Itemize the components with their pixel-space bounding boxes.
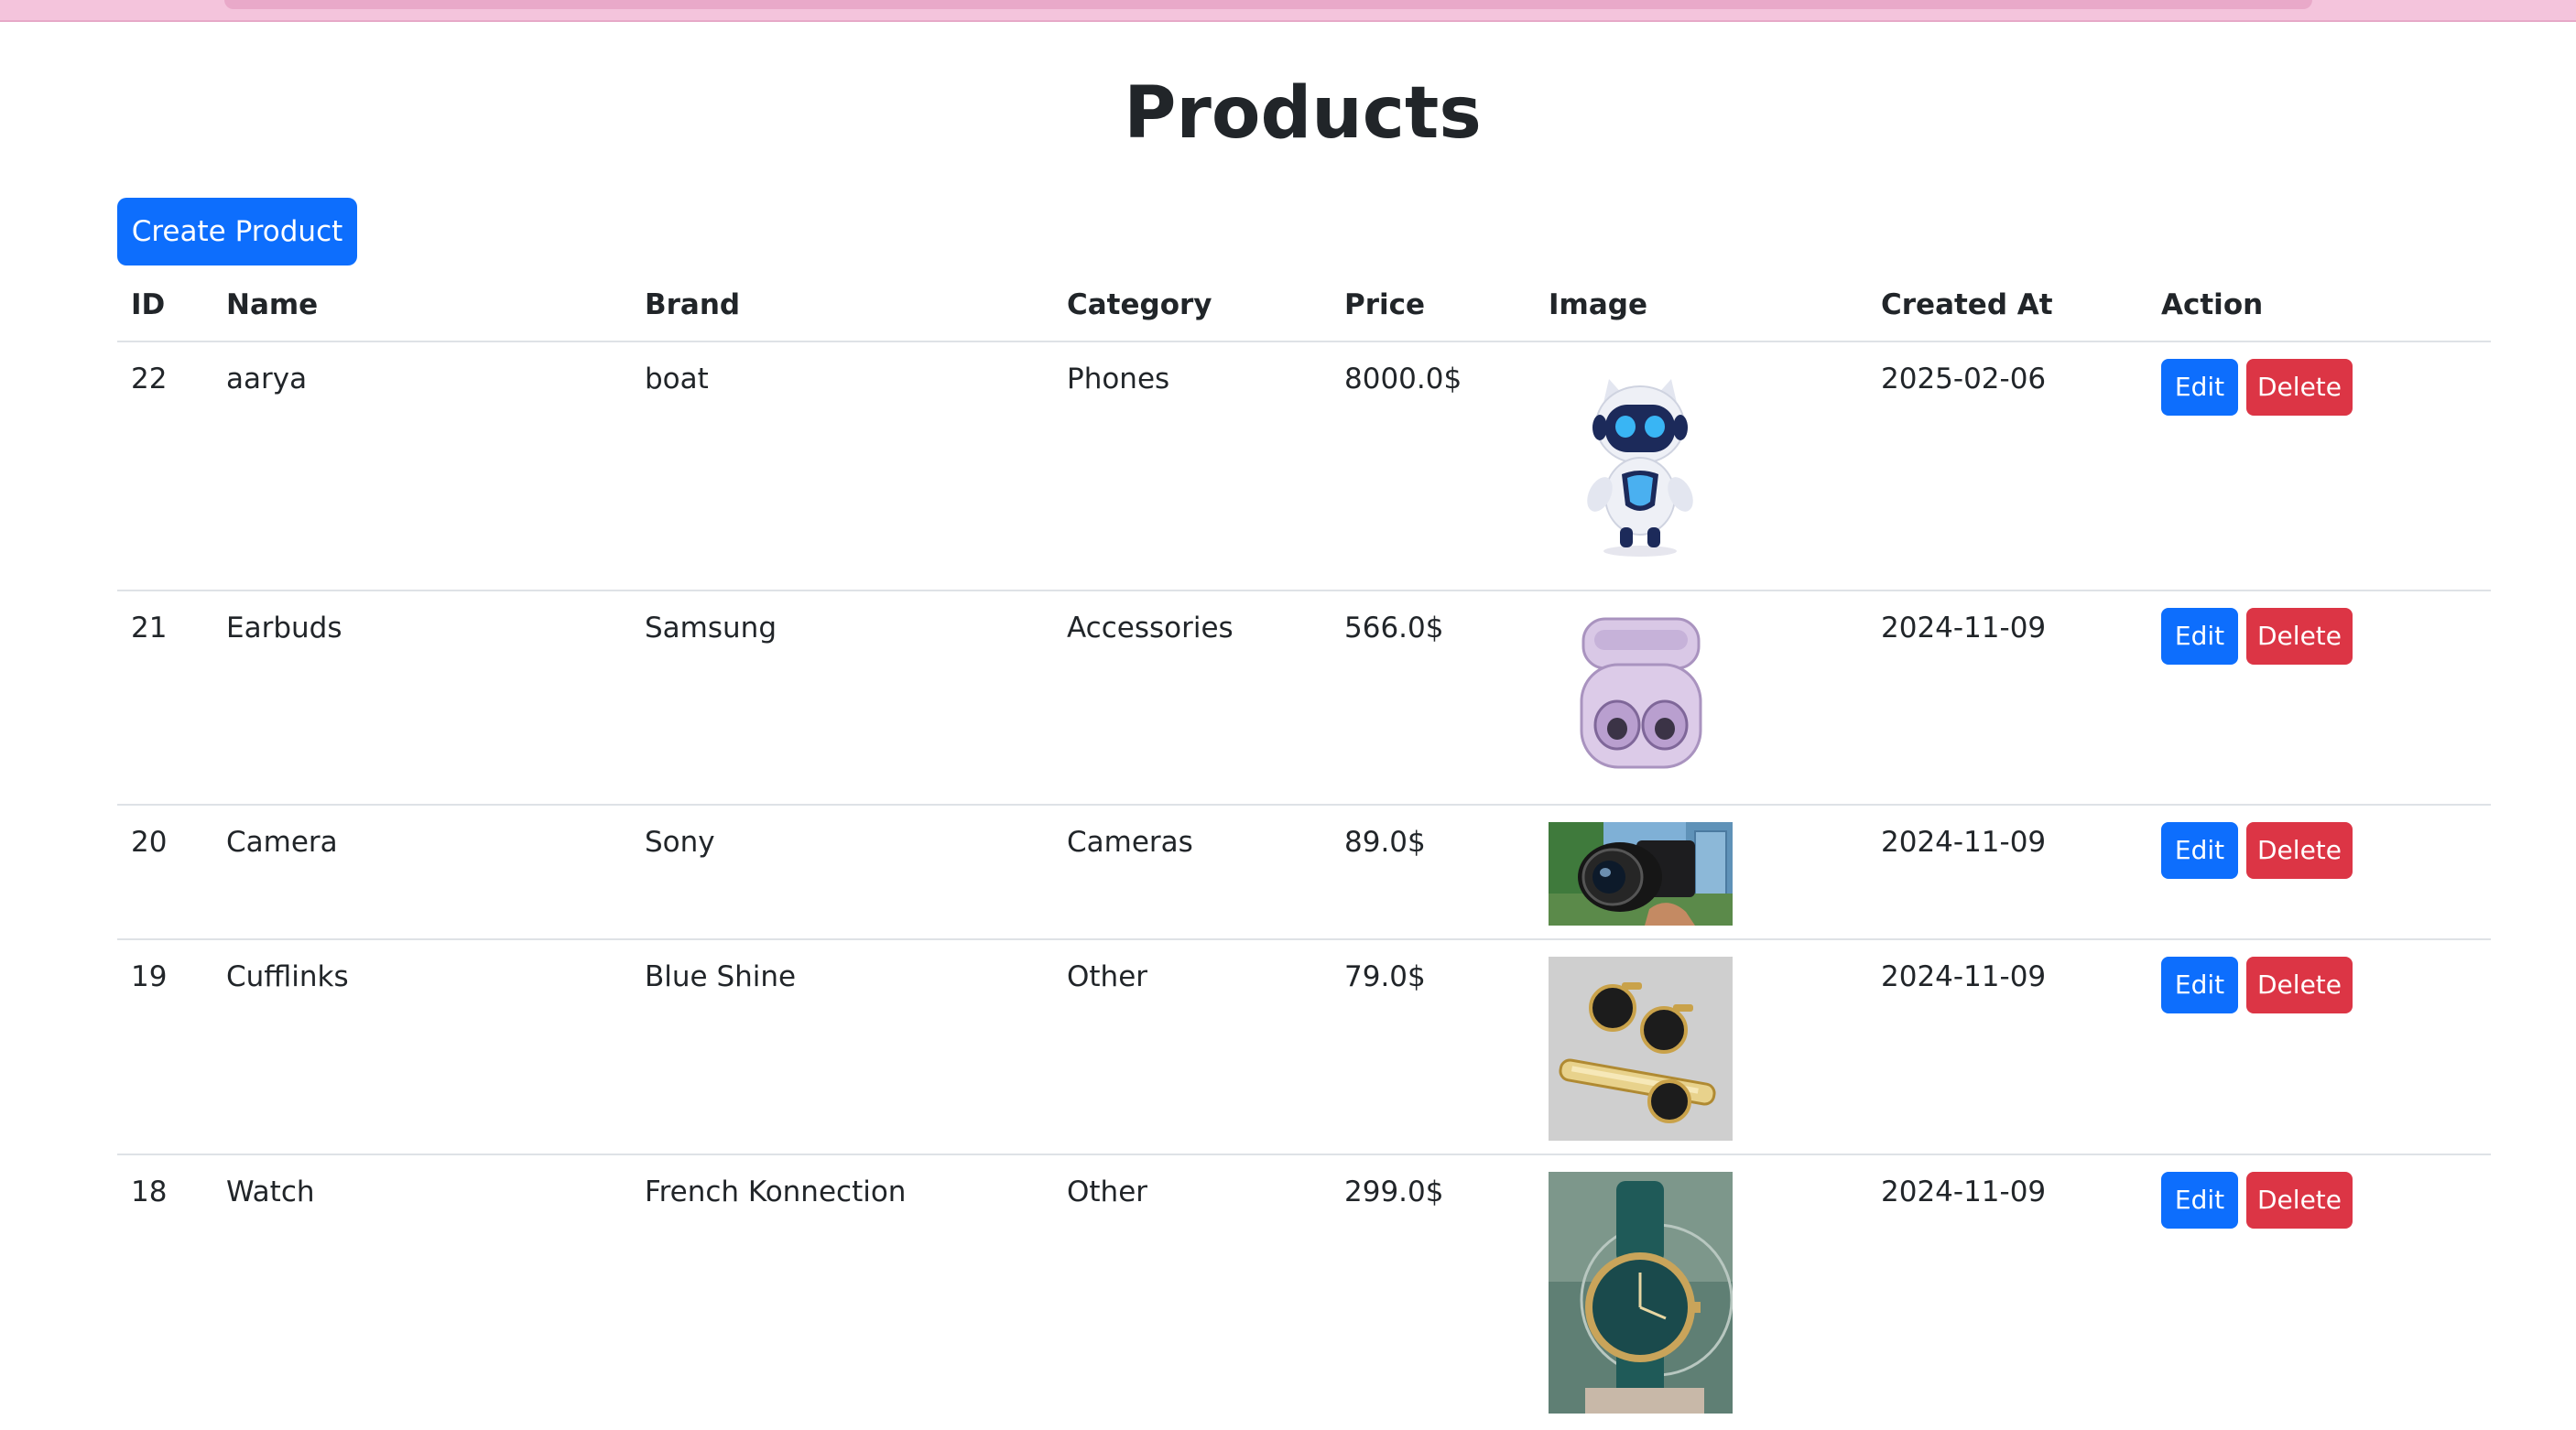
header-category: Category bbox=[1067, 288, 1212, 321]
wristwatch-image bbox=[1549, 1172, 1733, 1414]
table-row: 18 Watch French Konnection Other 299.0$ … bbox=[117, 1155, 2491, 1430]
table-row: 20 Camera Sony Cameras 89.0$ 2024-11-09 … bbox=[117, 806, 2491, 940]
cell-id: 20 bbox=[131, 826, 168, 859]
camera-lens-image bbox=[1549, 822, 1733, 926]
delete-button[interactable]: Delete bbox=[2246, 359, 2353, 416]
delete-button[interactable]: Delete bbox=[2246, 1172, 2353, 1229]
products-table: ID Name Brand Category Price Image Creat… bbox=[117, 275, 2491, 1430]
earbuds-case-image bbox=[1549, 608, 1733, 782]
delete-button[interactable]: Delete bbox=[2246, 957, 2353, 1013]
cell-price: 566.0$ bbox=[1344, 612, 1444, 645]
cell-created-at: 2024-11-09 bbox=[1881, 1175, 2047, 1208]
table-row: 21 Earbuds Samsung Accessories 566.0$ 20… bbox=[117, 591, 2491, 806]
cell-created-at: 2025-02-06 bbox=[1881, 363, 2047, 395]
robot-mascot-image bbox=[1549, 359, 1733, 560]
table-row: 19 Cufflinks Blue Shine Other 79.0$ 2024… bbox=[117, 940, 2491, 1155]
cell-id: 18 bbox=[131, 1175, 168, 1208]
header-action: Action bbox=[2161, 288, 2264, 321]
cell-category: Other bbox=[1067, 960, 1148, 993]
header-image: Image bbox=[1549, 288, 1647, 321]
cell-name: Watch bbox=[226, 1175, 315, 1208]
cell-price: 8000.0$ bbox=[1344, 363, 1462, 395]
cell-id: 19 bbox=[131, 960, 168, 993]
cufflinks-tieclip-image bbox=[1549, 957, 1733, 1141]
create-product-button[interactable]: Create Product bbox=[117, 198, 357, 265]
cell-id: 22 bbox=[131, 363, 168, 395]
cell-created-at: 2024-11-09 bbox=[1881, 612, 2047, 645]
cell-name: Camera bbox=[226, 826, 338, 859]
header-id: ID bbox=[131, 288, 166, 321]
cell-category: Accessories bbox=[1067, 612, 1234, 645]
cell-brand: boat bbox=[645, 363, 709, 395]
cell-name: Cufflinks bbox=[226, 960, 349, 993]
header-created-at: Created At bbox=[1881, 288, 2053, 321]
cell-brand: Sony bbox=[645, 826, 715, 859]
cell-created-at: 2024-11-09 bbox=[1881, 826, 2047, 859]
cell-category: Other bbox=[1067, 1175, 1148, 1208]
cell-category: Cameras bbox=[1067, 826, 1193, 859]
navbar-container bbox=[224, 0, 2312, 9]
cell-price: 89.0$ bbox=[1344, 826, 1426, 859]
edit-button[interactable]: Edit bbox=[2161, 608, 2238, 665]
edit-button[interactable]: Edit bbox=[2161, 822, 2238, 879]
header-brand: Brand bbox=[645, 288, 741, 321]
table-row: 22 aarya boat Phones 8000.0$ 2025-02-06 … bbox=[117, 342, 2491, 591]
cell-name: Earbuds bbox=[226, 612, 342, 645]
delete-button[interactable]: Delete bbox=[2246, 822, 2353, 879]
cell-created-at: 2024-11-09 bbox=[1881, 960, 2047, 993]
cell-category: Phones bbox=[1067, 363, 1170, 395]
cell-id: 21 bbox=[131, 612, 168, 645]
cell-brand: Blue Shine bbox=[645, 960, 797, 993]
table-header: ID Name Brand Category Price Image Creat… bbox=[117, 275, 2491, 342]
cell-price: 299.0$ bbox=[1344, 1175, 1444, 1208]
page-title: Products bbox=[1124, 72, 1482, 155]
cell-brand: French Konnection bbox=[645, 1175, 907, 1208]
cell-brand: Samsung bbox=[645, 612, 777, 645]
cell-name: aarya bbox=[226, 363, 308, 395]
edit-button[interactable]: Edit bbox=[2161, 1172, 2238, 1229]
cell-price: 79.0$ bbox=[1344, 960, 1426, 993]
top-navbar bbox=[0, 0, 2576, 22]
header-price: Price bbox=[1344, 288, 1426, 321]
delete-button[interactable]: Delete bbox=[2246, 608, 2353, 665]
header-name: Name bbox=[226, 288, 319, 321]
edit-button[interactable]: Edit bbox=[2161, 957, 2238, 1013]
edit-button[interactable]: Edit bbox=[2161, 359, 2238, 416]
